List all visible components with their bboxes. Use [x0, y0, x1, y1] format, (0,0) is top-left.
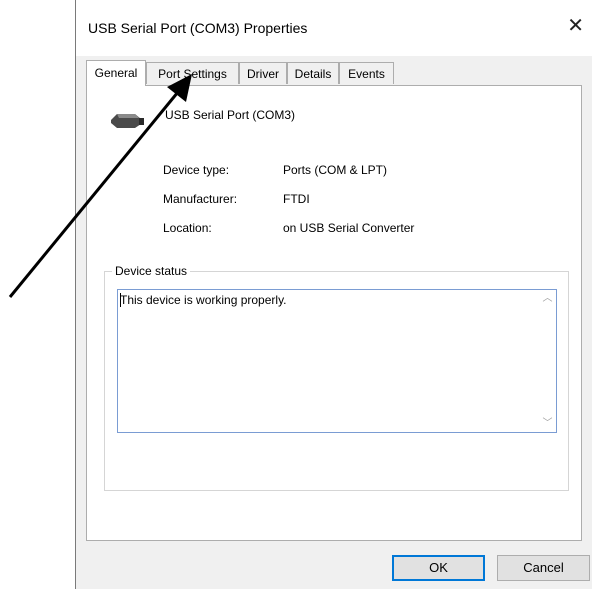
tab-events[interactable]: Events — [339, 62, 394, 84]
location-value: on USB Serial Converter — [283, 221, 415, 235]
device-name: USB Serial Port (COM3) — [165, 108, 296, 122]
general-tab-panel: USB Serial Port (COM3) Device type: Port… — [86, 85, 582, 541]
device-status-legend: Device status — [112, 264, 191, 278]
device-status-group: Device status This device is working pro… — [104, 264, 569, 491]
window-title: USB Serial Port (COM3) Properties — [88, 20, 308, 36]
manufacturer-value: FTDI — [283, 192, 310, 206]
title-bar[interactable]: USB Serial Port (COM3) Properties ✕ — [76, 0, 592, 56]
scroll-up-icon[interactable]: ︿ — [539, 290, 556, 307]
close-icon[interactable]: ✕ — [567, 14, 584, 38]
tab-driver[interactable]: Driver — [239, 62, 287, 84]
cancel-button[interactable]: Cancel — [497, 555, 590, 581]
serial-port-connector-icon — [111, 114, 144, 128]
tab-details[interactable]: Details — [287, 62, 339, 84]
device-type-label: Device type: — [163, 163, 230, 177]
device-status-textbox[interactable]: This device is working properly. ︿ ﹀ — [117, 289, 557, 433]
manufacturer-label: Manufacturer: — [163, 192, 238, 206]
text-caret — [120, 293, 121, 307]
tab-general[interactable]: General — [86, 60, 146, 86]
ok-button[interactable]: OK — [392, 555, 485, 581]
location-label: Location: — [163, 221, 212, 235]
scroll-down-icon[interactable]: ﹀ — [539, 415, 556, 432]
tab-port-settings[interactable]: Port Settings — [146, 62, 239, 84]
status-scrollbar[interactable]: ︿ ﹀ — [539, 290, 556, 432]
device-type-value: Ports (COM & LPT) — [283, 163, 388, 177]
properties-dialog: USB Serial Port (COM3) Properties ✕ Gene… — [75, 0, 592, 589]
device-status-text: This device is working properly. — [120, 293, 287, 307]
